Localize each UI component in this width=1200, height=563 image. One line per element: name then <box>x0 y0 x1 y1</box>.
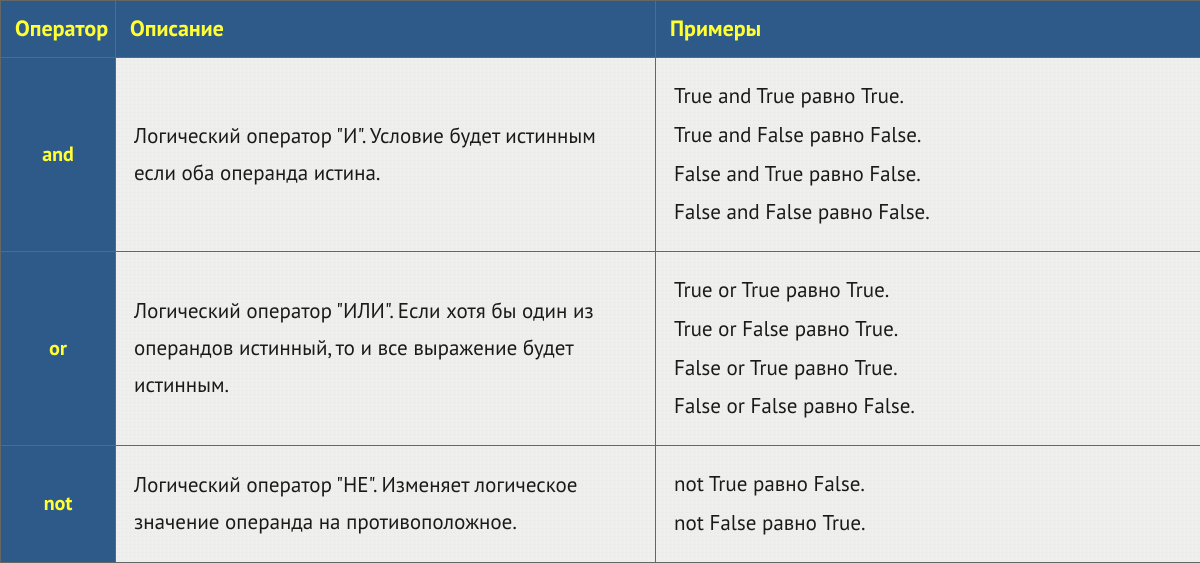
example-line: not True равно False. <box>674 466 1182 503</box>
examples-cell: True and True равно True. True and False… <box>656 58 1200 252</box>
operator-cell-or: or <box>1 252 116 446</box>
example-line: True and False равно False. <box>674 117 1182 154</box>
example-line: True or True равно True. <box>674 272 1182 309</box>
example-line: False or False равно False. <box>674 388 1182 425</box>
examples-cell: True or True равно True. True or False р… <box>656 252 1200 446</box>
example-line: True and True равно True. <box>674 78 1182 115</box>
example-line: not False равно True. <box>674 505 1182 542</box>
operators-table: Оператор Описание Примеры and Логический… <box>0 0 1200 563</box>
operator-cell-and: and <box>1 58 116 252</box>
table-row: and Логический оператор "И". Условие буд… <box>1 58 1200 252</box>
header-examples: Примеры <box>656 1 1200 58</box>
example-line: False and False равно False. <box>674 194 1182 231</box>
example-line: True or False равно True. <box>674 311 1182 348</box>
description-cell: Логический оператор "И". Условие будет и… <box>116 58 656 252</box>
example-line: False or True равно True. <box>674 350 1182 387</box>
table-row: or Логический оператор "ИЛИ". Если хотя … <box>1 252 1200 446</box>
header-operator: Оператор <box>1 1 116 58</box>
example-line: False and True равно False. <box>674 156 1182 193</box>
table-header-row: Оператор Описание Примеры <box>1 1 1200 58</box>
description-cell: Логический оператор "ИЛИ". Если хотя бы … <box>116 252 656 446</box>
header-description: Описание <box>116 1 656 58</box>
